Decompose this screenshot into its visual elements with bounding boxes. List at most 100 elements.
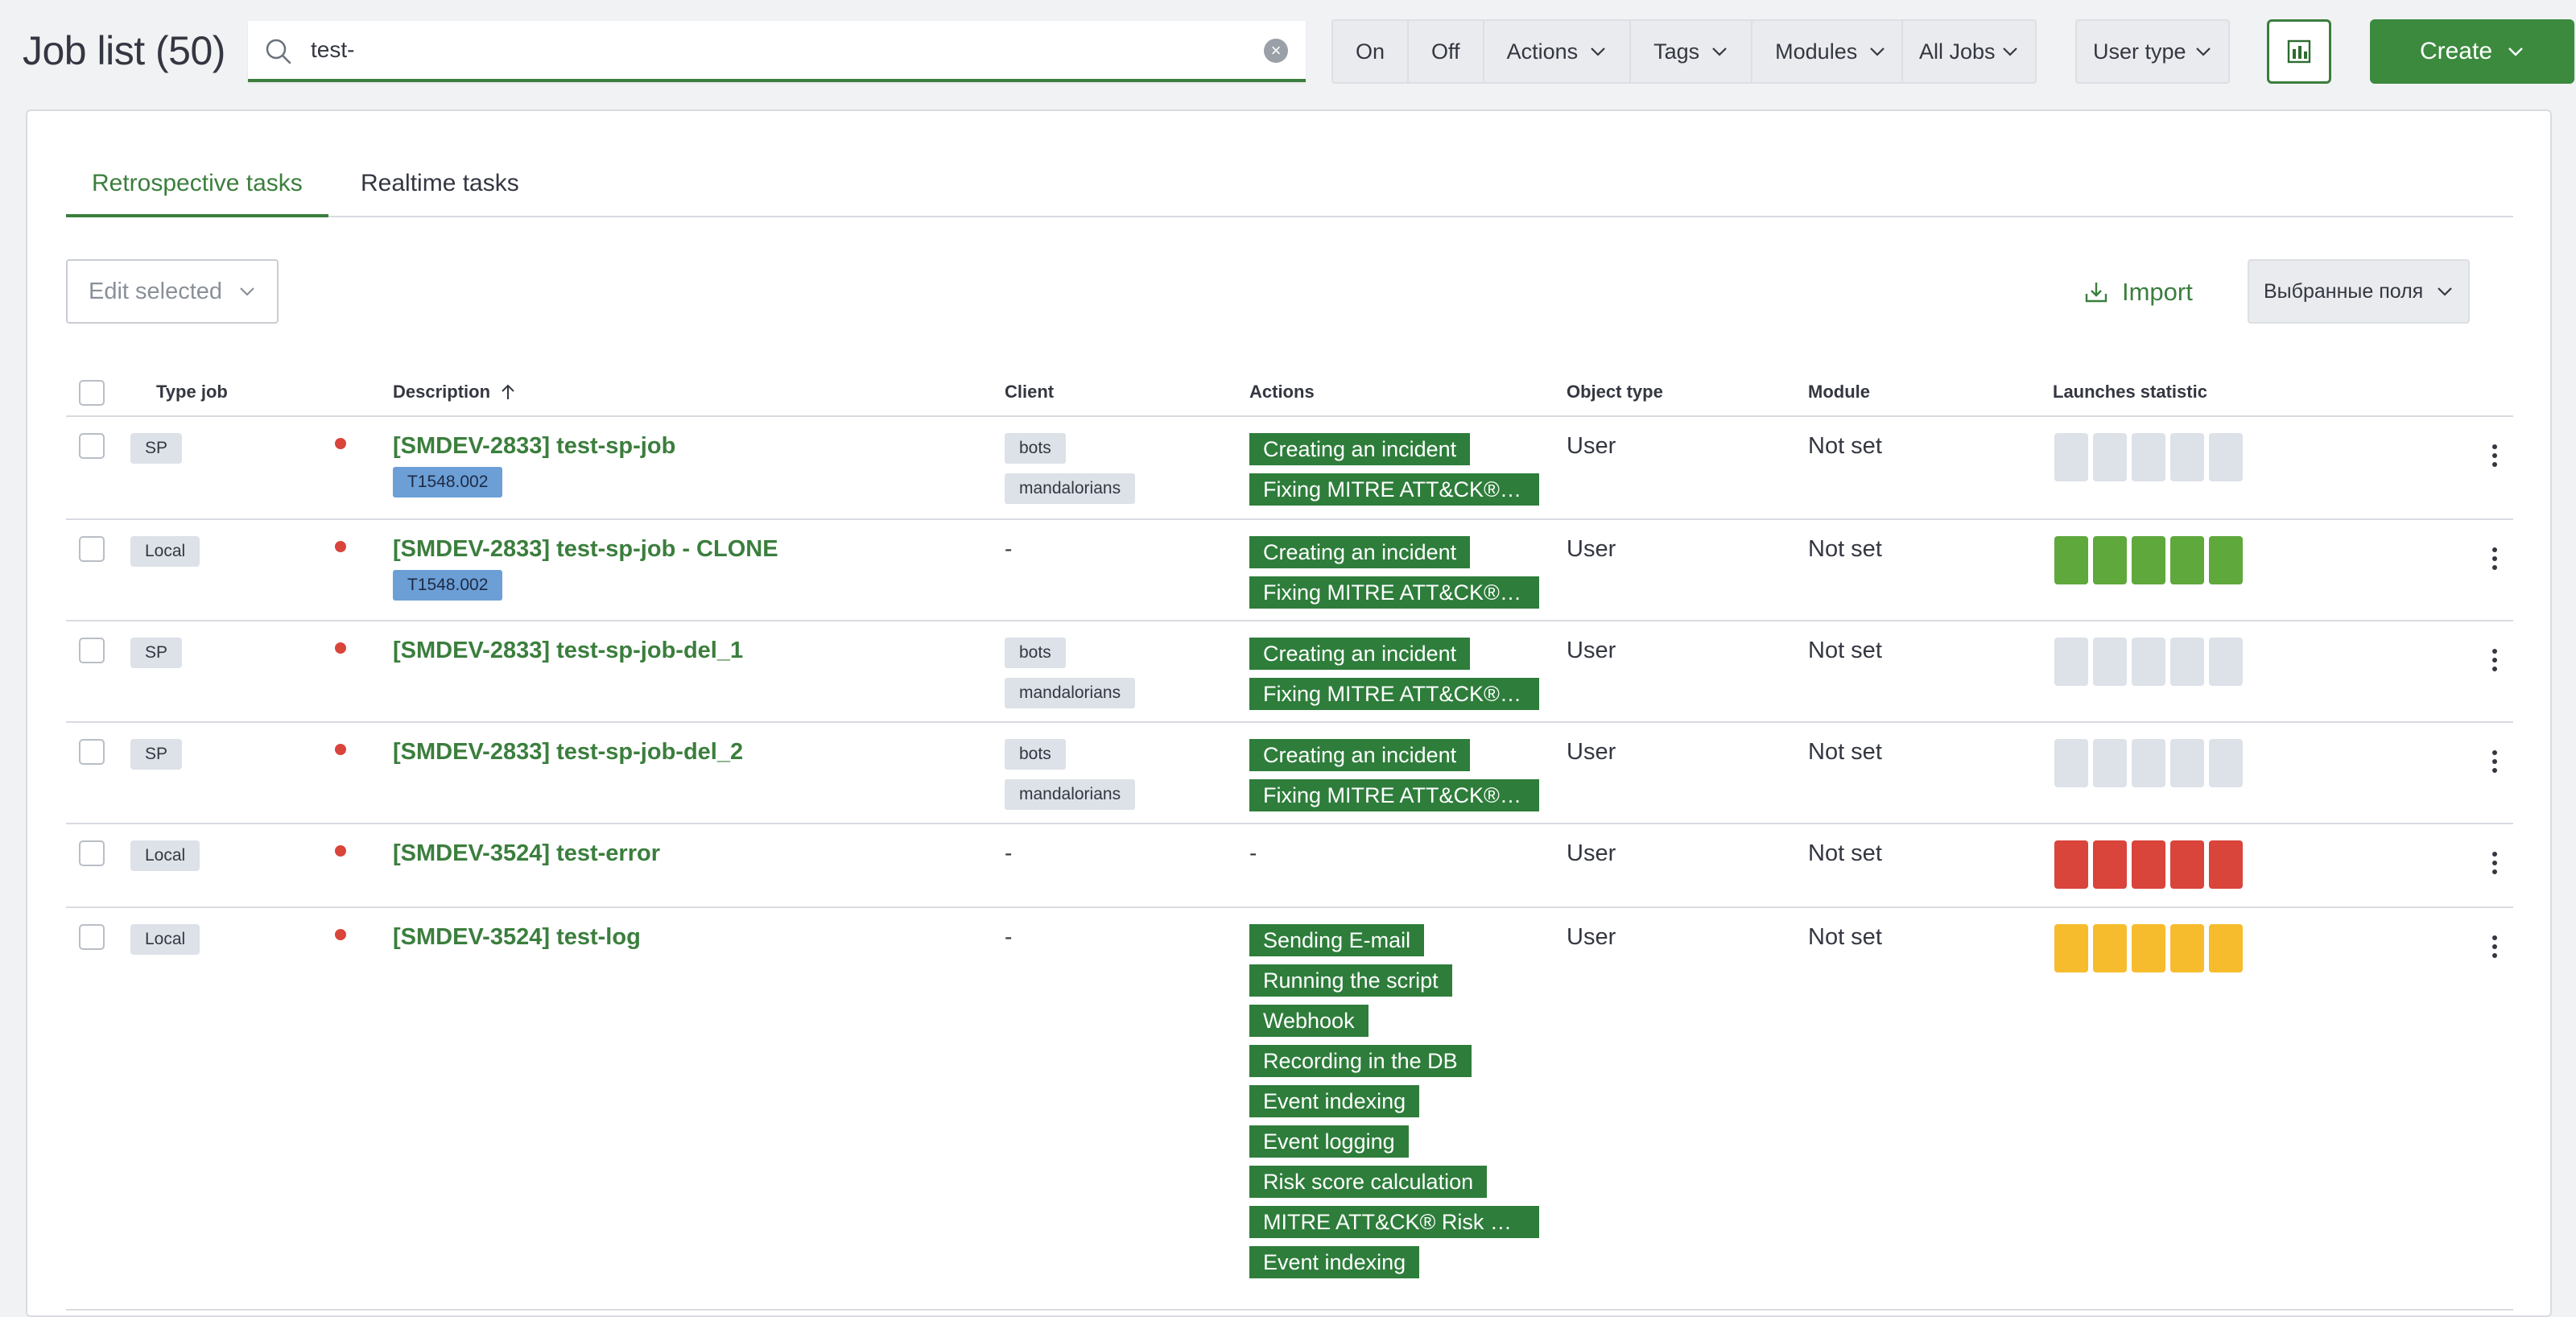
import-icon [2085, 283, 2107, 303]
user-type-dropdown[interactable]: User type [2075, 19, 2230, 84]
row-menu-icon[interactable] [2492, 444, 2499, 471]
filter-tags-dropdown[interactable]: Tags [1631, 21, 1753, 82]
all-jobs-dropdown[interactable]: All Jobs [1901, 19, 2037, 84]
header-type-job[interactable]: Type job [156, 382, 228, 403]
launch-status-square[interactable] [2132, 924, 2165, 972]
launch-status-square[interactable] [2132, 840, 2165, 889]
action-badge: Creating an incident [1249, 433, 1471, 465]
search-value[interactable]: test- [311, 21, 354, 79]
launch-status-square[interactable] [2209, 638, 2243, 686]
object-type-cell: User [1567, 924, 1616, 950]
sort-ascending-icon [502, 384, 514, 399]
job-description-link[interactable]: [SMDEV-2833] test-sp-job-del_1 [393, 638, 743, 664]
launch-status-square[interactable] [2209, 536, 2243, 584]
table-row[interactable]: SP [SMDEV-2833] test-sp-job-del_1 bots mand… [66, 621, 2513, 723]
job-description-link[interactable]: [SMDEV-2833] test-sp-job [393, 433, 675, 460]
launch-status-square[interactable] [2170, 840, 2204, 889]
launch-status-square[interactable] [2093, 840, 2127, 889]
clear-search-icon[interactable]: × [1264, 39, 1288, 63]
launch-status-square[interactable] [2054, 840, 2088, 889]
header-module[interactable]: Module [1808, 382, 1870, 403]
launch-status-square[interactable] [2093, 638, 2127, 686]
edit-selected-dropdown[interactable]: Edit selected [66, 259, 279, 324]
row-checkbox[interactable] [79, 739, 105, 765]
filter-modules-dropdown[interactable]: Modules [1752, 21, 1909, 82]
statistics-button[interactable] [2267, 19, 2331, 84]
table-row[interactable]: Local [SMDEV-3524] test-log - Sending E-mai… [66, 908, 2513, 1311]
job-description-link[interactable]: [SMDEV-3524] test-log [393, 924, 641, 951]
launch-status-square[interactable] [2170, 433, 2204, 481]
header-launches-statistic[interactable]: Launches statistic [2053, 382, 2207, 403]
header-description[interactable]: Description [393, 382, 518, 403]
launch-status-square[interactable] [2132, 739, 2165, 787]
action-badge: Fixing MITRE ATT&CK® tactics and techniq… [1249, 473, 1539, 506]
launch-status-square[interactable] [2054, 638, 2088, 686]
launch-status-square[interactable] [2093, 433, 2127, 481]
launch-status-square[interactable] [2170, 739, 2204, 787]
row-checkbox[interactable] [79, 536, 105, 562]
chevron-down-icon [1712, 47, 1727, 56]
launch-status-square[interactable] [2170, 924, 2204, 972]
launch-status-square[interactable] [2093, 924, 2127, 972]
tab-retrospective[interactable]: Retrospective tasks [66, 161, 328, 217]
table-body: SP [SMDEV-2833] test-sp-job T1548.002 bots m… [66, 417, 2513, 1311]
header-client[interactable]: Client [1005, 382, 1054, 403]
launches-statistic [2054, 433, 2243, 481]
launches-statistic [2054, 739, 2243, 787]
task-tabs: Retrospective tasks Realtime tasks [66, 161, 2513, 217]
launch-status-square[interactable] [2093, 739, 2127, 787]
row-checkbox[interactable] [79, 924, 105, 950]
job-description-link[interactable]: [SMDEV-2833] test-sp-job-del_2 [393, 739, 743, 766]
create-button[interactable]: Create [2370, 19, 2574, 84]
launch-status-square[interactable] [2054, 536, 2088, 584]
search-icon [266, 39, 291, 64]
action-badge: MITRE ATT&CK® Risk Score calculation [1249, 1206, 1539, 1238]
launches-statistic [2054, 840, 2243, 889]
search-input[interactable]: test- × [248, 21, 1306, 82]
row-menu-icon[interactable] [2492, 547, 2499, 574]
table-row[interactable]: SP [SMDEV-2833] test-sp-job-del_2 bots mand… [66, 723, 2513, 824]
row-menu-icon[interactable] [2492, 852, 2499, 878]
tab-realtime[interactable]: Realtime tasks [335, 161, 545, 217]
row-checkbox[interactable] [79, 638, 105, 663]
row-menu-icon[interactable] [2492, 649, 2499, 675]
launch-status-square[interactable] [2209, 739, 2243, 787]
filter-off-button[interactable]: Off [1409, 21, 1484, 82]
launch-status-square[interactable] [2209, 840, 2243, 889]
header-actions[interactable]: Actions [1249, 382, 1315, 403]
filter-actions-dropdown[interactable]: Actions [1484, 21, 1632, 82]
client-badge: mandalorians [1005, 779, 1136, 810]
launch-status-square[interactable] [2132, 638, 2165, 686]
row-checkbox[interactable] [79, 433, 105, 459]
job-description-link[interactable]: [SMDEV-3524] test-error [393, 840, 660, 867]
client-cell: bots mandalorians [1005, 433, 1136, 514]
launch-status-square[interactable] [2170, 638, 2204, 686]
technique-tag[interactable]: T1548.002 [393, 570, 503, 601]
client-empty: - [1005, 536, 1013, 561]
launch-status-square[interactable] [2054, 739, 2088, 787]
selected-fields-dropdown[interactable]: Выбранные поля [2248, 259, 2470, 324]
launch-status-square[interactable] [2132, 433, 2165, 481]
filter-on-button[interactable]: On [1333, 21, 1410, 82]
launch-status-square[interactable] [2170, 536, 2204, 584]
select-all-checkbox[interactable] [79, 380, 105, 406]
launch-status-square[interactable] [2093, 536, 2127, 584]
technique-tag[interactable]: T1548.002 [393, 467, 503, 497]
launch-status-square[interactable] [2209, 433, 2243, 481]
launch-status-square[interactable] [2209, 924, 2243, 972]
row-menu-icon[interactable] [2492, 750, 2499, 777]
launch-status-square[interactable] [2054, 924, 2088, 972]
row-checkbox[interactable] [79, 840, 105, 866]
row-menu-icon[interactable] [2492, 935, 2499, 962]
client-empty: - [1005, 840, 1013, 865]
module-cell: Not set [1808, 638, 1882, 663]
table-row[interactable]: Local [SMDEV-2833] test-sp-job - CLONE T15… [66, 520, 2513, 621]
launch-status-square[interactable] [2132, 536, 2165, 584]
import-button[interactable]: Import [2083, 272, 2193, 312]
job-description-link[interactable]: [SMDEV-2833] test-sp-job - CLONE [393, 536, 778, 563]
table-row[interactable]: SP [SMDEV-2833] test-sp-job T1548.002 bots m… [66, 417, 2513, 520]
header-object-type[interactable]: Object type [1567, 382, 1663, 403]
launch-status-square[interactable] [2054, 433, 2088, 481]
launches-statistic [2054, 638, 2243, 686]
table-row[interactable]: Local [SMDEV-3524] test-error - - User Not se… [66, 824, 2513, 908]
